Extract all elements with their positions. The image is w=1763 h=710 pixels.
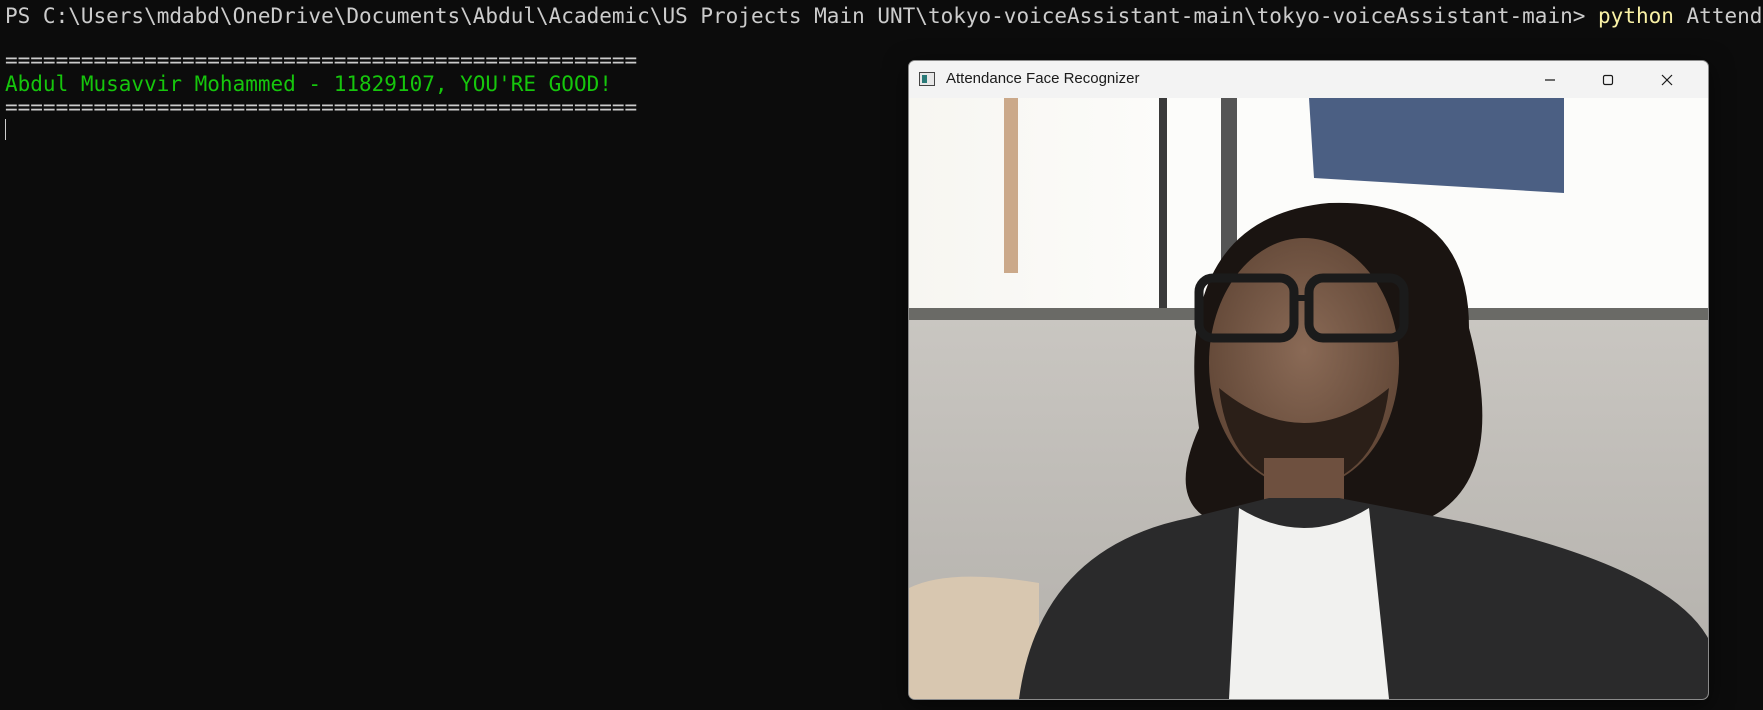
text-cursor [5,119,6,140]
recognition-result: Abdul Musavvir Mohammed - 11829107, YOU'… [5,72,612,96]
command-name: python [1598,4,1674,28]
window-title: Attendance Face Recognizer [946,70,1140,87]
face-recognizer-window[interactable]: Attendance Face Recognizer [908,60,1709,700]
prompt-line: PS C:\Users\mdabd\OneDrive\Documents\Abd… [5,5,1763,28]
separator-top: ========================================… [5,48,638,72]
separator-bottom: ========================================… [5,95,638,119]
command-argument: Attendance.py [1686,4,1763,28]
close-icon [1661,74,1673,85]
app-icon [919,72,935,86]
maximize-icon [1602,74,1614,85]
close-button[interactable] [1638,61,1696,98]
minimize-icon [1545,78,1555,81]
maximize-button[interactable] [1579,61,1637,98]
minimize-button[interactable] [1521,61,1579,98]
webcam-image [909,98,1708,699]
window-titlebar[interactable]: Attendance Face Recognizer [909,61,1708,98]
prompt-path: PS C:\Users\mdabd\OneDrive\Documents\Abd… [5,4,1599,28]
webcam-frame [909,98,1708,699]
